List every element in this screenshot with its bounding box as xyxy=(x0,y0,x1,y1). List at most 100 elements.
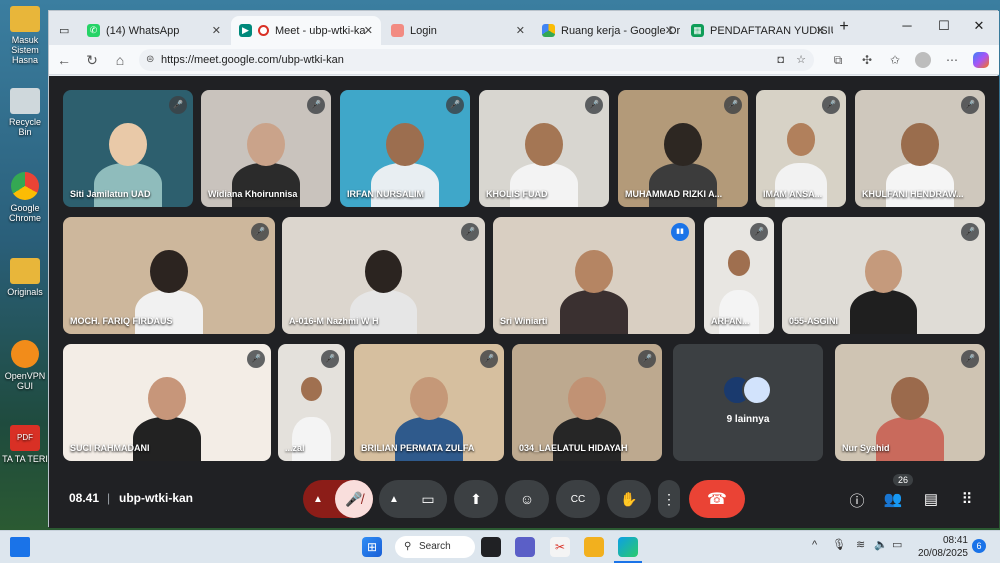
maximize-button[interactable]: ☐ xyxy=(934,18,954,34)
star-icon[interactable]: ☆ xyxy=(796,49,806,71)
teams-chat-icon[interactable] xyxy=(515,537,535,557)
tab-login[interactable]: Login ✕ xyxy=(383,16,533,45)
tab-meet[interactable]: ▶ Meet - ubp-wtki-ka ✕ xyxy=(231,16,381,45)
leave-call-button[interactable]: ☎ xyxy=(689,480,745,518)
participant-body xyxy=(292,416,331,461)
taskbar-search[interactable]: ⚲ Search xyxy=(395,536,475,558)
participant-body xyxy=(349,289,418,334)
present-button[interactable]: ⬆ xyxy=(454,480,498,518)
activities-icon[interactable]: ⠿ xyxy=(957,490,977,508)
participant-tile[interactable]: KHULFANI HENDRAW... 🎤 xyxy=(855,90,985,207)
meeting-info-icon[interactable]: ⓘ xyxy=(847,490,867,511)
collections-icon[interactable]: ⧉ xyxy=(830,52,846,68)
desktop-icon-openvpn[interactable]: OpenVPN GUI xyxy=(2,340,48,391)
participant-tile[interactable]: MUHAMMAD RIZKI A... 🎤 xyxy=(618,90,748,207)
participant-body xyxy=(133,416,201,461)
participant-tile[interactable]: 055-ASGINI 🎤 xyxy=(782,217,985,334)
folder-icon xyxy=(10,6,40,32)
participant-tile[interactable]: SUCI RAHMADANI 🎤 xyxy=(63,344,271,461)
favorites-icon[interactable]: ✩ xyxy=(887,52,903,68)
desktop-icon-folder[interactable]: Masuk Sistem Hasna xyxy=(2,6,48,65)
close-tab-icon[interactable]: ✕ xyxy=(364,24,373,37)
widgets-icon[interactable] xyxy=(10,537,30,557)
desktop-icon-pdf[interactable]: PDF TA TA TERI xyxy=(2,425,48,464)
desktop-icon-recycle-bin[interactable]: Recycle Bin xyxy=(2,88,48,137)
task-view-icon[interactable] xyxy=(481,537,501,557)
recycle-bin-icon xyxy=(10,88,40,114)
participant-name: BRILIAN PERMATA ZULFA xyxy=(361,443,475,453)
url-field[interactable]: ⊜ https://meet.google.com/ubp-wtki-kan ◘… xyxy=(139,49,814,71)
participant-tile[interactable]: 9 lainnya xyxy=(673,344,823,461)
file-explorer-icon[interactable] xyxy=(584,537,604,557)
mic-off-icon: 🎤 xyxy=(585,96,603,114)
more-options-button[interactable]: ⋮ xyxy=(658,480,680,518)
participant-tile[interactable]: Sri Winiarti ▮▮ xyxy=(493,217,695,334)
desktop-icon-chrome[interactable]: Google Chrome xyxy=(2,172,48,223)
new-tab-button[interactable]: + xyxy=(834,18,854,36)
participant-tile[interactable]: KHOLIS FUAD 🎤 xyxy=(479,90,609,207)
participant-tile[interactable]: MOCH. FARIQ FIRDAUS 🎤 xyxy=(63,217,275,334)
participant-tile[interactable]: Nur Syahid 🎤 xyxy=(835,344,985,461)
minimize-button[interactable]: ─ xyxy=(897,18,917,33)
participant-name: IMAM ANSA... xyxy=(763,189,823,199)
participant-tile[interactable]: IRFAN NURSALIM 🎤 xyxy=(340,90,470,207)
participant-tile[interactable]: Widiana Khoirunnisa 🎤 xyxy=(201,90,331,207)
profile-avatar[interactable] xyxy=(915,52,931,68)
tab-sheets[interactable]: ▦ PENDAFTARAN YUDISIUM ✕ xyxy=(683,16,833,45)
home-button[interactable]: ⌂ xyxy=(111,51,129,69)
edge-icon[interactable] xyxy=(618,537,638,557)
raise-hand-button[interactable]: ✋ xyxy=(607,480,651,518)
chevron-up-icon[interactable]: ^ xyxy=(812,539,817,551)
desktop-icon-label: TA TA TERI xyxy=(2,454,48,464)
chrome-icon xyxy=(11,172,39,200)
captions-button[interactable]: CC xyxy=(556,480,600,518)
battery-icon[interactable]: ▭ xyxy=(892,538,902,551)
back-button[interactable]: ← xyxy=(55,51,73,69)
participant-tile[interactable]: BRILIAN PERMATA ZULFA 🎤 xyxy=(354,344,504,461)
taskbar-clock[interactable]: 08:41 20/08/2025 xyxy=(910,534,968,560)
refresh-button[interactable]: ↻ xyxy=(83,51,101,69)
people-icon[interactable]: 👥 xyxy=(883,490,903,508)
chat-icon[interactable]: ▤ xyxy=(921,490,941,508)
mic-off-icon: 🎤 xyxy=(961,96,979,114)
site-info-icon[interactable]: ⊜ xyxy=(146,49,154,71)
tab-actions-button[interactable]: ▭ xyxy=(51,16,77,45)
desktop-icon-originals[interactable]: Originals xyxy=(2,258,48,297)
close-tab-icon[interactable]: ✕ xyxy=(816,24,825,37)
participant-body xyxy=(560,289,628,334)
extensions-icon[interactable]: ✣ xyxy=(859,52,875,68)
mic-toggle-button[interactable]: 🎤̸ xyxy=(335,480,373,518)
close-tab-icon[interactable]: ✕ xyxy=(516,24,525,37)
recording-icon xyxy=(258,25,269,36)
clock-time: 08:41 xyxy=(942,535,968,546)
start-icon[interactable]: ⊞ xyxy=(362,537,382,557)
camera-toggle-button[interactable]: ▭ xyxy=(409,480,447,518)
close-tab-icon[interactable]: ✕ xyxy=(212,24,221,37)
wifi-icon[interactable]: ≋ xyxy=(856,538,865,551)
volume-icon[interactable]: 🔈 xyxy=(874,538,888,551)
snipping-tool-icon[interactable]: ✂ xyxy=(550,537,570,557)
more-menu-icon[interactable]: ⋯ xyxy=(944,52,960,68)
close-tab-icon[interactable]: ✕ xyxy=(665,24,674,37)
participant-name: A-016-M Nazhmi W H xyxy=(289,316,379,326)
tab-whatsapp[interactable]: ✆ (14) WhatsApp ✕ xyxy=(79,16,229,45)
participant-tile[interactable]: 034_LAELATUL HIDAYAH 🎤 xyxy=(512,344,662,461)
folder-icon xyxy=(10,258,40,284)
reactions-button[interactable]: ☺ xyxy=(505,480,549,518)
participant-tile[interactable]: IMAM ANSA... 🎤 xyxy=(756,90,846,207)
tab-drive[interactable]: Ruang kerja - Google Dr ✕ xyxy=(534,16,682,45)
participant-name: KHOLIS FUAD xyxy=(486,189,548,199)
participant-name: ARFAN... xyxy=(711,316,750,326)
desktop-icon-label: Masuk Sistem Hasna xyxy=(11,35,39,65)
meeting-time: 08.41 xyxy=(69,491,100,505)
participant-tile[interactable]: ...zal 🎤 xyxy=(278,344,345,461)
participant-tile[interactable]: A-016-M Nazhmi W H 🎤 xyxy=(282,217,485,334)
participant-tile[interactable]: ARFAN... 🎤 xyxy=(704,217,774,334)
close-window-button[interactable]: ✕ xyxy=(969,18,989,34)
copilot-icon[interactable] xyxy=(973,52,989,68)
notification-badge[interactable]: 6 xyxy=(972,539,986,553)
mic-off-icon: 🎤 xyxy=(247,350,265,368)
microphone-icon[interactable]: 🎙 xyxy=(832,538,846,551)
camera-indicator-icon[interactable]: ◘ xyxy=(777,49,784,71)
participant-tile[interactable]: Siti Jamilatun UAD 🎤 xyxy=(63,90,193,207)
